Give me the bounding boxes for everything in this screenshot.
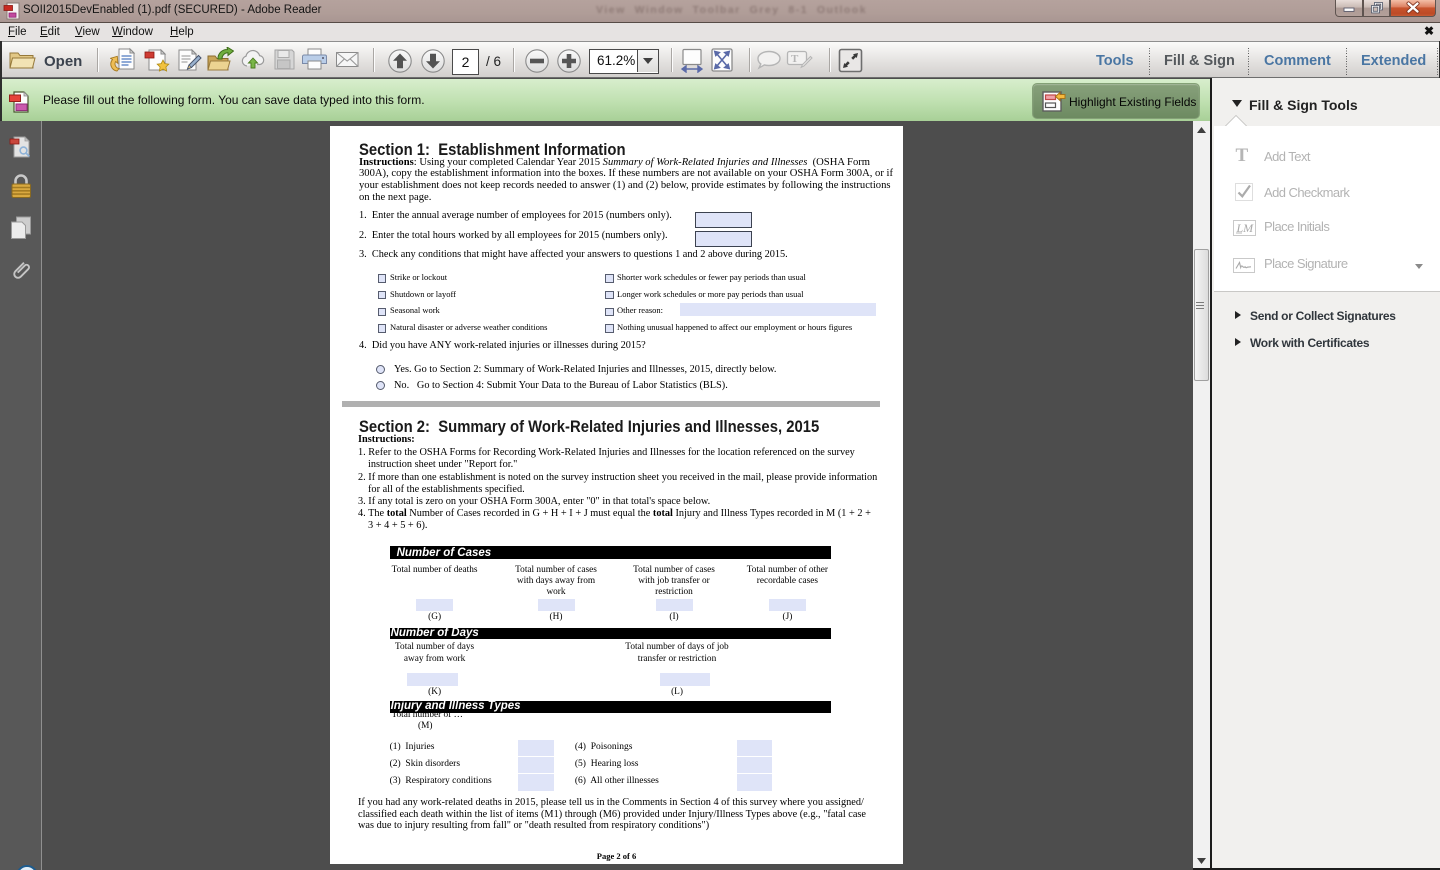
- svg-text:T: T: [791, 53, 799, 65]
